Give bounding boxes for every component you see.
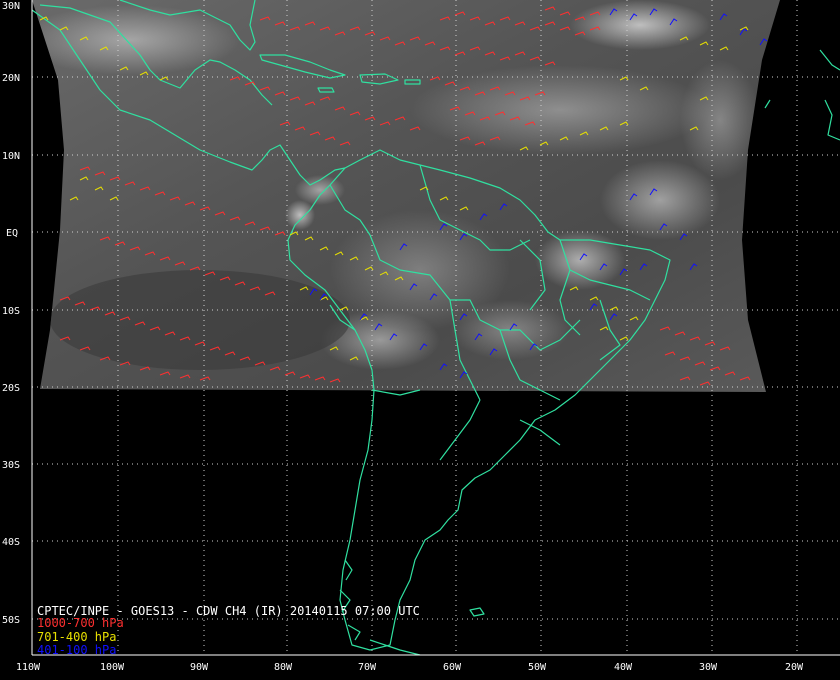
lat-label: 40S <box>2 537 20 548</box>
lat-label: 30S <box>2 460 20 471</box>
lon-label: 100W <box>100 662 125 673</box>
lat-label: 20N <box>2 73 20 84</box>
satellite-wind-map: 30N 20N 10N EQ 10S 20S 30S 40S 50S 110W … <box>2 0 840 673</box>
africa-coast <box>764 49 840 141</box>
longitude-labels: 110W 100W 90W 80W 70W 60W 50W 40W 30W 20… <box>16 662 804 673</box>
lon-label: 70W <box>358 662 377 673</box>
lat-label: 50S <box>2 615 20 626</box>
lat-label: 30N <box>2 1 20 12</box>
satellite-ir-image <box>32 0 780 392</box>
falkland-islands <box>469 607 485 617</box>
lon-label: 110W <box>16 662 41 673</box>
lon-label: 40W <box>614 662 633 673</box>
lon-label: 80W <box>274 662 293 673</box>
lat-label: EQ <box>6 228 18 239</box>
legend-high-level: 401-100 hPa <box>37 643 117 657</box>
lon-label: 60W <box>443 662 462 673</box>
lon-label: 30W <box>699 662 718 673</box>
legend-mid-level: 701-400 hPa <box>37 630 117 644</box>
lat-label: 10S <box>2 306 20 317</box>
legend-low-level: 1000-700 hPa <box>37 616 124 630</box>
lat-label: 20S <box>2 383 20 394</box>
latitude-labels: 30N 20N 10N EQ 10S 20S 30S 40S 50S <box>2 1 20 626</box>
lon-label: 90W <box>190 662 209 673</box>
lat-label: 10N <box>2 151 20 162</box>
lon-label: 50W <box>528 662 547 673</box>
lon-label: 20W <box>785 662 804 673</box>
